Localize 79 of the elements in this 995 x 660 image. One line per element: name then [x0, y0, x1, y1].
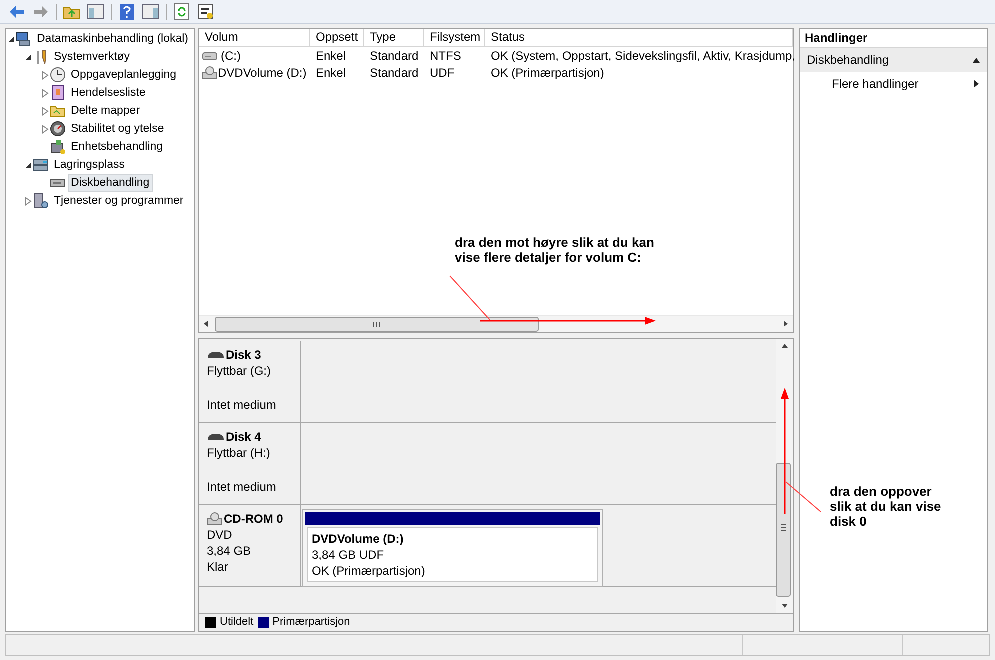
- action-pane-icon[interactable]: [142, 2, 160, 20]
- scrollbar-thumb-drawing[interactable]: [215, 316, 539, 332]
- legend-label: Primærpartisjon: [272, 615, 350, 630]
- tree-item[interactable]: Datamaskinbehandling (lokal): [34, 30, 192, 48]
- legend-label: Utildelt: [220, 615, 254, 630]
- table-cell-text: UDF: [430, 64, 455, 82]
- submenu-arrow-icon: [974, 80, 979, 88]
- table-cell-text: OK (Primærpartisjon): [491, 64, 604, 82]
- tree-item[interactable]: Tjenester og programmer: [51, 192, 187, 210]
- disk-type: Flyttbar (G:): [207, 363, 272, 379]
- table-cell-text: Enkel: [316, 48, 346, 64]
- disk-status: Klar: [207, 559, 228, 575]
- tree-item[interactable]: Delte mapper: [68, 102, 144, 120]
- table-cell-text: OK (System, Oppstart, Sidevekslingsfil, Aktiv, Krasjdump,: [491, 48, 796, 64]
- actions-section-header[interactable]: Diskbehandling: [800, 48, 987, 72]
- tree-item[interactable]: Diskbehandling: [68, 174, 153, 192]
- tree-item[interactable]: Oppgaveplanlegging: [68, 66, 180, 84]
- partition-name: DVDVolume (D:): [312, 531, 404, 547]
- table-cell-text: Enkel: [316, 64, 346, 82]
- help-icon[interactable]: [118, 2, 136, 20]
- clock-icon: [50, 67, 66, 83]
- disk-info-card[interactable]: CD-ROM 0 DVD 3,84 GB Klar: [199, 505, 301, 586]
- leader-line: [786, 482, 822, 512]
- refresh-icon[interactable]: [173, 2, 191, 20]
- disk-info-card[interactable]: Disk 3 Flyttbar (G:) Intet medium: [199, 341, 301, 422]
- leader-line: [450, 276, 490, 320]
- disk-type: Flyttbar (H:): [207, 445, 270, 461]
- log-icon: [50, 85, 66, 101]
- partition-status: OK (Primærpartisjon): [312, 563, 426, 579]
- table-cell-text: Standard: [370, 64, 419, 82]
- tree-item[interactable]: Systemverktøy: [51, 48, 134, 66]
- column-header[interactable]: Filsystem: [424, 29, 485, 46]
- disk-name: Disk 3: [226, 347, 262, 363]
- column-header[interactable]: Type: [364, 29, 424, 46]
- vertical-scrollbar[interactable]: [776, 339, 793, 613]
- drive-icon: [202, 50, 218, 62]
- action-item[interactable]: Flere handlinger: [800, 72, 987, 96]
- gauge-icon: [50, 121, 66, 137]
- properties-icon[interactable]: [197, 2, 215, 20]
- table-cell-text: DVDVolume (D:): [218, 64, 307, 82]
- partition-size: 3,84 GB UDF: [312, 547, 384, 563]
- computer-icon: [16, 31, 32, 47]
- scrollbar-thumb-drawing[interactable]: [776, 463, 791, 597]
- collapse-arrow-icon[interactable]: [24, 54, 32, 60]
- optical-drive-icon: [207, 512, 223, 526]
- optical-drive-icon: [202, 66, 218, 80]
- expand-arrow-icon[interactable]: [42, 70, 48, 80]
- disk-type: DVD: [207, 527, 232, 543]
- disk-status: Intet medium: [207, 397, 276, 413]
- tree-item[interactable]: Lagringsplass: [51, 156, 128, 174]
- expand-arrow-icon[interactable]: [42, 124, 48, 134]
- collapse-arrow-icon[interactable]: [973, 58, 980, 62]
- disk-name: CD-ROM 0: [224, 511, 284, 527]
- collapse-arrow-icon[interactable]: [24, 162, 32, 168]
- expand-arrow-icon[interactable]: [24, 196, 32, 206]
- annotation-text: dra den oppover slik at du kan vise disk 0: [830, 484, 942, 529]
- storage-icon: [33, 157, 49, 173]
- table-cell-text: (C:): [221, 48, 241, 64]
- tree-pane-icon[interactable]: [87, 2, 105, 20]
- annotation-text: dra den mot høyre slik at du kan vise flere detaljer for volum C:: [455, 235, 654, 265]
- tree-item[interactable]: Hendelsesliste: [68, 84, 149, 102]
- disk-info-card[interactable]: Disk 4 Flyttbar (H:) Intet medium: [199, 423, 301, 504]
- tree-item[interactable]: Stabilitet og ytelse: [68, 120, 168, 138]
- table-cell-text: NTFS: [430, 48, 462, 64]
- expand-arrow-icon[interactable]: [42, 88, 48, 98]
- disk-size: 3,84 GB: [207, 543, 252, 559]
- services-icon: [33, 193, 49, 209]
- disk-name: Disk 4: [226, 429, 262, 445]
- tree-item[interactable]: Enhetsbehandling: [68, 138, 166, 156]
- expand-arrow-icon[interactable]: [42, 106, 48, 116]
- column-header[interactable]: Oppsett: [310, 29, 364, 46]
- disk-status: Intet medium: [207, 479, 276, 495]
- column-header[interactable]: Volum: [199, 29, 310, 46]
- partition-block[interactable]: DVDVolume (D:) 3,84 GB UDF OK (Primærpartisjon): [302, 509, 603, 587]
- column-header[interactable]: Status: [485, 29, 793, 46]
- collapse-arrow-icon[interactable]: [8, 36, 14, 42]
- table-cell-text: Standard: [370, 48, 419, 64]
- device-icon: [50, 139, 66, 155]
- horizontal-scrollbar[interactable]: [199, 315, 793, 332]
